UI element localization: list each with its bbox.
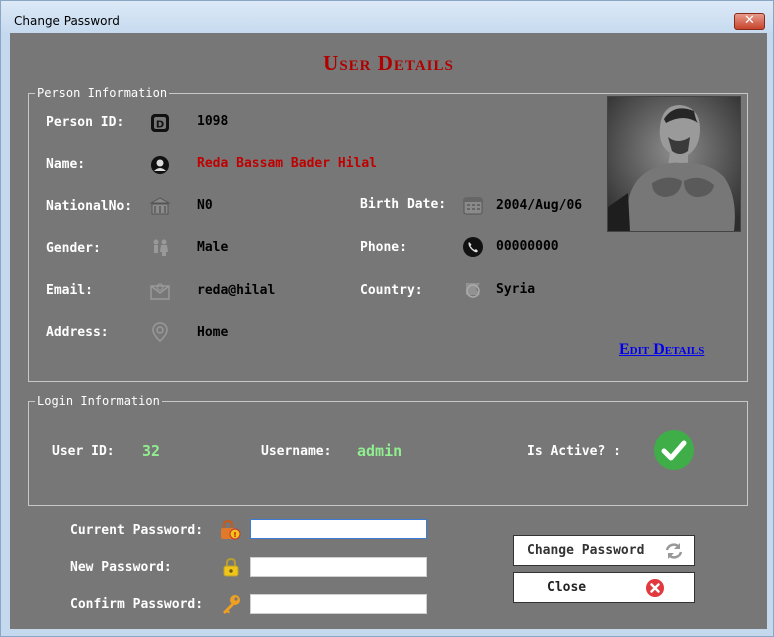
person-photo [607,96,741,232]
new-password-input[interactable] [250,557,427,577]
id-card-icon: D [151,114,169,132]
national-no-value: N0 [197,198,213,213]
edit-details-link[interactable]: Edit Details [619,341,704,359]
email-label: Email: [46,283,93,298]
building-icon [149,197,171,215]
birth-date-label: Birth Date: [360,197,447,212]
person-photo-image [608,97,740,231]
lock-error-icon: ! [221,519,241,540]
page-title: User Details [323,51,454,75]
person-id-label: Person ID: [46,115,125,130]
country-label: Country: [360,283,423,298]
svg-text:!: ! [233,531,236,539]
national-no-label: NationalNo: [46,199,133,214]
phone-label: Phone: [360,240,407,255]
email-icon [150,283,170,300]
name-label: Name: [46,157,86,172]
new-password-label: New Password: [70,560,172,575]
client-area: User Details Person Information Person I… [10,33,767,629]
login-info-legend: Login Information [37,394,160,408]
country-value: Syria [496,282,536,297]
gender-value: Male [197,240,229,255]
person-id-value: 1098 [197,114,229,129]
user-id-label: User ID: [52,444,115,459]
person-info-legend: Person Information [37,86,168,100]
title-bar[interactable]: Change Password ✕ [1,1,773,33]
location-icon [152,322,168,342]
change-password-button-label: Change Password [527,543,645,558]
confirm-password-input[interactable] [250,594,427,614]
padlock-icon [223,557,239,577]
globe-flag-icon [466,283,480,298]
current-password-label: Current Password: [70,523,204,538]
calendar-icon [463,197,483,215]
cancel-x-icon [646,579,664,597]
is-active-label: Is Active? : [527,444,621,459]
gender-icon [153,239,168,256]
close-button-label: Close [547,580,587,595]
window-title: Change Password [14,14,120,28]
user-id-value: 32 [142,442,161,460]
refresh-icon [665,543,683,559]
window-frame: Change Password ✕ User Details Person In… [0,0,774,637]
address-value: Home [197,325,229,340]
window-close-button[interactable]: ✕ [734,13,765,30]
person-icon [151,156,169,174]
email-value: reda@hilal [197,283,276,298]
birth-date-value: 2004/Aug/06 [496,198,583,213]
address-label: Address: [46,325,109,340]
phone-icon [463,237,483,257]
phone-value: 00000000 [496,239,559,254]
confirm-password-label: Confirm Password: [70,597,204,612]
svg-text:D: D [156,120,164,131]
change-password-button[interactable]: Change Password [513,535,695,566]
name-value: Reda Bassam Bader Hilal [197,156,378,171]
gender-label: Gender: [46,241,101,256]
key-icon [223,595,240,614]
username-label: Username: [261,444,332,459]
active-check-icon [654,430,694,470]
username-value: admin [357,442,403,460]
current-password-input[interactable] [250,519,427,539]
close-button[interactable]: Close [513,572,695,603]
